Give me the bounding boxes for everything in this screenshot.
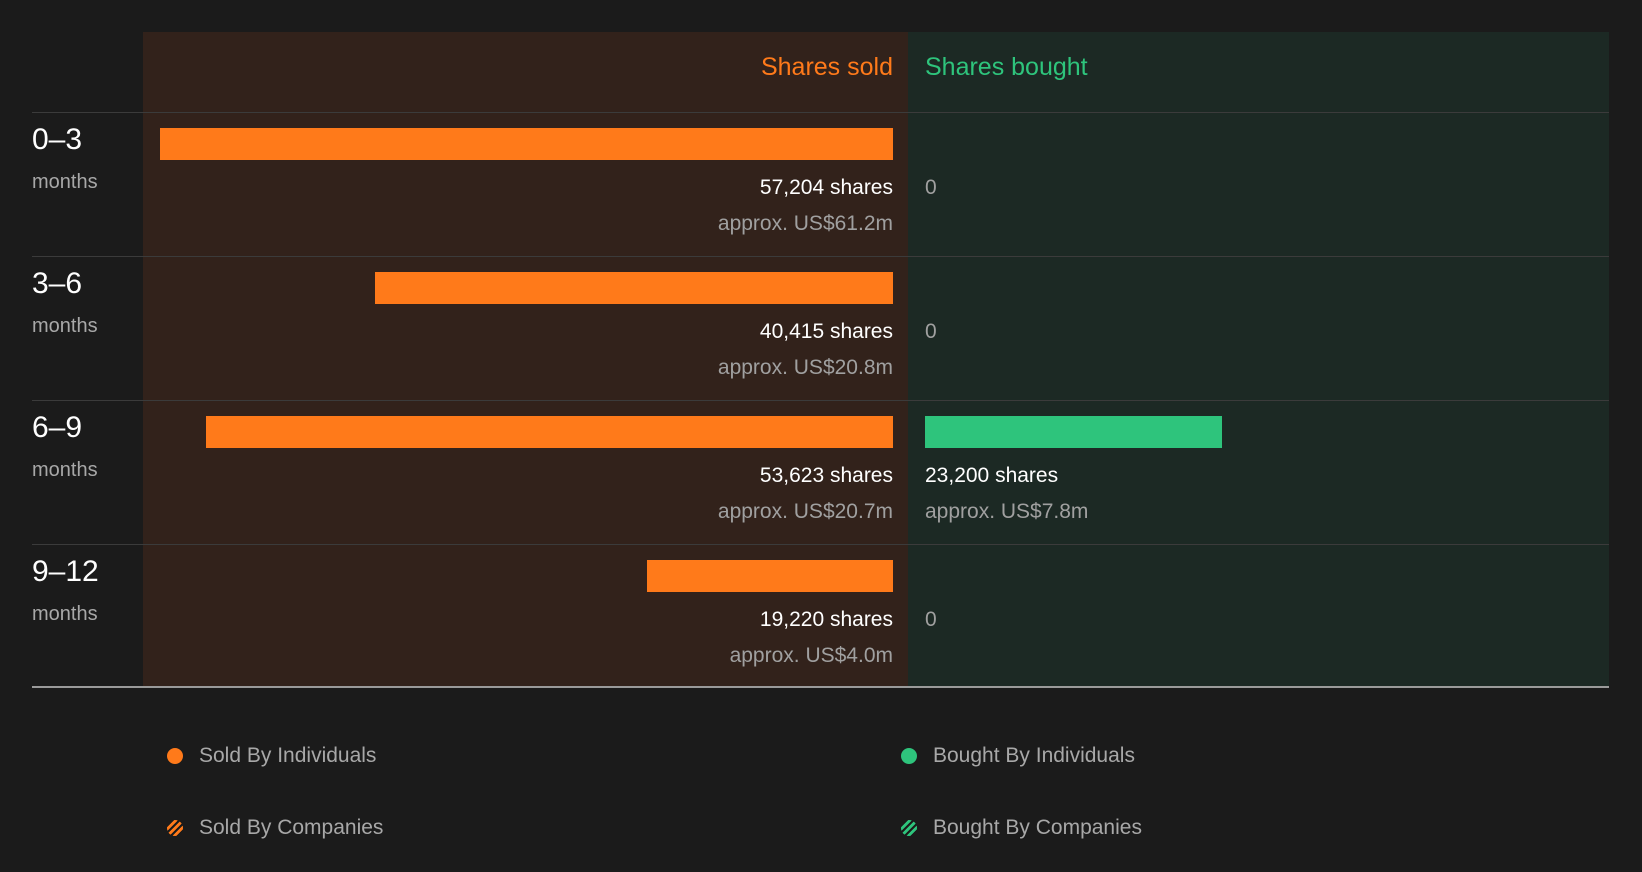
row-divider <box>32 112 1609 113</box>
sold-bar <box>647 560 893 592</box>
sold-usd-value: approx. US$20.7m <box>717 500 893 523</box>
legend-item-bought-individuals: Bought By Individuals <box>901 741 1135 771</box>
bought-shares-value: 0 <box>925 608 937 631</box>
row-range-label: 0–3 <box>32 123 83 156</box>
sold-bar <box>206 416 893 448</box>
green-dot-icon <box>901 748 917 764</box>
legend-label: Bought By Companies <box>933 816 1142 839</box>
row-range-label: 3–6 <box>32 267 83 300</box>
insider-trading-chart: Shares sold Shares bought 0–3 months 57,… <box>0 0 1642 872</box>
orange-hatched-dot-icon <box>167 820 183 836</box>
sold-bar <box>375 272 893 304</box>
row-unit-label: months <box>32 603 98 625</box>
legend-item-sold-companies: Sold By Companies <box>167 813 383 843</box>
legend-label: Bought By Individuals <box>933 744 1135 767</box>
orange-dot-icon <box>167 748 183 764</box>
sold-shares-value: 40,415 shares <box>759 320 893 343</box>
row-unit-label: months <box>32 315 98 337</box>
row-unit-label: months <box>32 171 98 193</box>
bought-usd-value: approx. US$7.8m <box>925 500 1089 523</box>
sold-bar <box>160 128 893 160</box>
row-divider <box>32 256 1609 257</box>
legend-item-bought-companies: Bought By Companies <box>901 813 1142 843</box>
legend-label: Sold By Individuals <box>199 744 377 767</box>
green-hatched-dot-icon <box>901 820 917 836</box>
sold-shares-value: 53,623 shares <box>759 464 893 487</box>
row-range-label: 6–9 <box>32 411 83 444</box>
shares-bought-panel <box>908 32 1609 687</box>
bought-shares-value: 0 <box>925 320 937 343</box>
legend-item-sold-individuals: Sold By Individuals <box>167 741 376 771</box>
bought-shares-value: 23,200 shares <box>925 464 1059 487</box>
legend-label: Sold By Companies <box>199 816 384 839</box>
row-divider <box>32 400 1609 401</box>
chart-bottom-axis <box>32 686 1609 688</box>
sold-shares-value: 57,204 shares <box>759 176 893 199</box>
row-divider <box>32 544 1609 545</box>
shares-bought-header: Shares bought <box>925 53 1088 81</box>
bought-bar <box>925 416 1222 448</box>
row-unit-label: months <box>32 459 98 481</box>
sold-usd-value: approx. US$20.8m <box>717 356 893 379</box>
sold-usd-value: approx. US$4.0m <box>729 644 893 667</box>
sold-usd-value: approx. US$61.2m <box>717 212 893 235</box>
sold-shares-value: 19,220 shares <box>759 608 893 631</box>
bought-shares-value: 0 <box>925 176 937 199</box>
row-range-label: 9–12 <box>32 555 99 588</box>
shares-sold-header: Shares sold <box>760 53 893 81</box>
